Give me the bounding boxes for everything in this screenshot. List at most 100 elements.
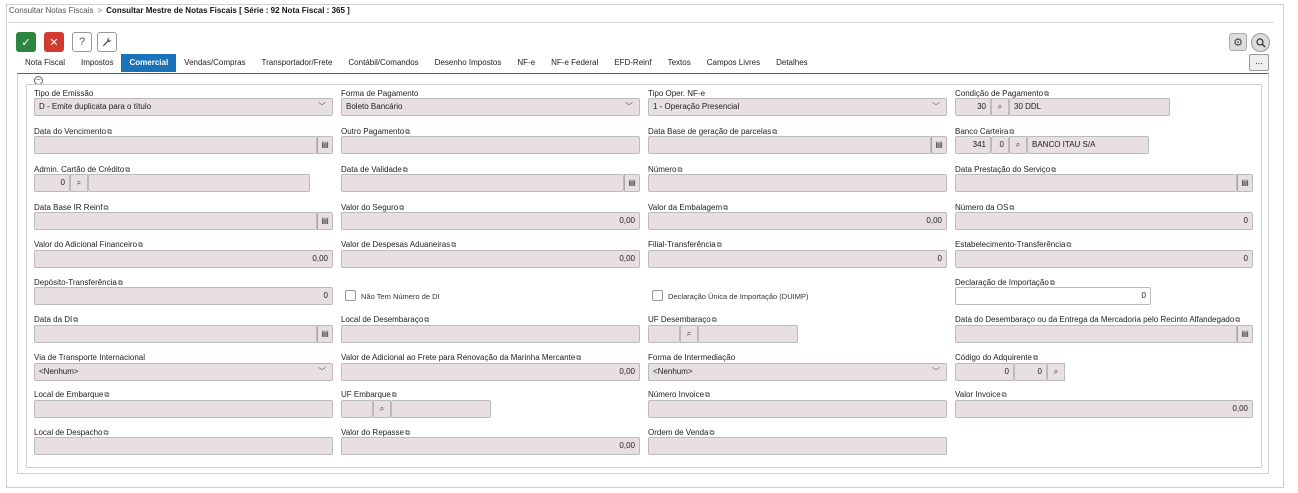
numero-os-input[interactable]: 0 — [955, 212, 1253, 230]
tab-contabil-comandos[interactable]: Contábil/Comandos — [340, 54, 426, 72]
data-validade-input[interactable] — [341, 174, 624, 192]
forma-pagamento-select[interactable]: Boleto Bancário ﹀ — [341, 98, 640, 116]
tab-vendas-compras[interactable]: Vendas/Compras — [176, 54, 253, 72]
forma-intermediacao-value: <Nenhum> — [653, 367, 693, 376]
uf-desembaraco-label: UF Desembaraço⧉ — [648, 315, 717, 324]
duimp-checkbox[interactable] — [652, 290, 663, 301]
search-icon — [1255, 37, 1265, 47]
search-button[interactable] — [1251, 33, 1270, 52]
valor-seguro-input[interactable]: 0,00 — [341, 212, 640, 230]
calendar-icon[interactable]: ▤ — [317, 136, 333, 154]
tools-button[interactable] — [97, 32, 117, 52]
condicao-pagamento-code[interactable]: 30 — [955, 98, 991, 116]
valor-despesas-adu-input[interactable]: 0,00 — [341, 250, 640, 268]
search-icon: ⌕ — [1015, 140, 1021, 149]
data-di-input[interactable] — [34, 325, 317, 343]
breadcrumb-separator: > — [97, 6, 103, 15]
tab-nfe[interactable]: NF-e — [509, 54, 543, 72]
copy-icon: ⧉ — [424, 317, 430, 324]
search-icon: ⌕ — [997, 102, 1003, 111]
breadcrumb: Consultar Notas Fiscais > Consultar Mestre… — [9, 6, 350, 15]
calendar-icon[interactable]: ▤ — [1237, 174, 1253, 192]
copy-icon: ⧉ — [451, 242, 457, 249]
condicao-pagamento-desc: 30 DDL — [1009, 98, 1170, 116]
uf-desembaraco-desc — [698, 325, 798, 343]
uf-desembaraco-code[interactable] — [648, 325, 680, 343]
valor-embalagem-input[interactable]: 0,00 — [648, 212, 947, 230]
numero-input[interactable] — [648, 174, 947, 192]
tab-campos-livres[interactable]: Campos Livres — [699, 54, 768, 72]
nao-tem-di-checkbox[interactable] — [345, 290, 356, 301]
copy-icon: ⧉ — [705, 392, 711, 399]
tab-transportador-frete[interactable]: Transportador/Frete — [254, 54, 341, 72]
local-embarque-input[interactable] — [34, 400, 333, 418]
data-prestacao-input[interactable] — [955, 174, 1237, 192]
chevron-down-icon: ﹀ — [318, 102, 326, 111]
tab-desenho-impostos[interactable]: Desenho Impostos — [427, 54, 510, 72]
tipo-oper-nfe-select[interactable]: 1 - Operação Presencial ﹀ — [648, 98, 947, 116]
tab-efd-reinf[interactable]: EFD-Reinf — [606, 54, 659, 72]
copy-icon: ⧉ — [1235, 317, 1241, 324]
admin-cartao-code[interactable]: 0 — [34, 174, 70, 192]
tab-nfe-federal[interactable]: NF-e Federal — [543, 54, 606, 72]
condicao-pagamento-search-button[interactable]: ⌕ — [991, 98, 1009, 116]
tab-nota-fiscal[interactable]: Nota Fiscal — [17, 54, 73, 72]
uf-desembaraco-search-button[interactable]: ⌕ — [680, 325, 698, 343]
data-desembaraco-input[interactable] — [955, 325, 1237, 343]
chevron-down-icon: ﹀ — [318, 367, 326, 376]
uf-embarque-search-button[interactable]: ⌕ — [373, 400, 391, 418]
valor-despesas-adu-label: Valor de Despesas Aduaneiras⧉ — [341, 240, 457, 249]
admin-cartao-search-button[interactable]: ⌕ — [70, 174, 88, 192]
outro-pagamento-input[interactable] — [341, 136, 640, 154]
estab-transf-input[interactable]: 0 — [955, 250, 1253, 268]
breadcrumb-parent-link[interactable]: Consultar Notas Fiscais — [9, 6, 93, 15]
more-options-button[interactable]: ... — [1249, 54, 1269, 71]
help-button[interactable]: ? — [72, 32, 92, 52]
deposito-transf-input[interactable]: 0 — [34, 287, 333, 305]
duimp-label: Declaração Única de Importação (DUIMP) — [668, 292, 809, 301]
valor-repasse-input[interactable]: 0,00 — [341, 437, 640, 455]
codigo-adquirente-search-button[interactable]: ⌕ — [1047, 363, 1065, 381]
cancel-button[interactable]: ✕ — [44, 32, 64, 52]
tipo-emissao-label: Tipo de Emissão — [34, 89, 94, 98]
data-vencimento-input[interactable] — [34, 136, 317, 154]
tab-impostos[interactable]: Impostos — [73, 54, 121, 72]
filial-transf-input[interactable]: 0 — [648, 250, 947, 268]
codigo-adquirente-code1[interactable]: 0 — [955, 363, 1014, 381]
via-transporte-select[interactable]: <Nenhum> ﹀ — [34, 363, 333, 381]
banco-code[interactable]: 341 — [955, 136, 991, 154]
calendar-icon[interactable]: ▤ — [624, 174, 640, 192]
numero-invoice-input[interactable] — [648, 400, 947, 418]
confirm-button[interactable]: ✓ — [16, 32, 36, 52]
data-base-parcelas-input[interactable] — [648, 136, 931, 154]
data-base-ir-input[interactable] — [34, 212, 317, 230]
estab-transf-label: Estabelecimento-Transferência⧉ — [955, 240, 1072, 249]
banco-carteira-search-button[interactable]: ⌕ — [1009, 136, 1027, 154]
calendar-icon[interactable]: ▤ — [931, 136, 947, 154]
tab-textos[interactable]: Textos — [660, 54, 699, 72]
tab-detalhes[interactable]: Detalhes — [768, 54, 816, 72]
calendar-icon[interactable]: ▤ — [317, 212, 333, 230]
calendar-icon[interactable]: ▤ — [317, 325, 333, 343]
ordem-venda-input[interactable] — [648, 437, 947, 455]
copy-icon: ⧉ — [125, 167, 131, 174]
valor-adicional-fin-input[interactable]: 0,00 — [34, 250, 333, 268]
forma-intermediacao-select[interactable]: <Nenhum> ﹀ — [648, 363, 947, 381]
carteira-code[interactable]: 0 — [991, 136, 1009, 154]
valor-invoice-input[interactable]: 0,00 — [955, 400, 1253, 418]
tipo-emissao-select[interactable]: D - Emite duplicata para o título ﹀ — [34, 98, 333, 116]
via-transporte-value: <Nenhum> — [39, 367, 79, 376]
codigo-adquirente-code2[interactable]: 0 — [1014, 363, 1047, 381]
settings-button[interactable]: ⚙ — [1229, 33, 1247, 51]
declaracao-importacao-input[interactable]: 0 — [955, 287, 1151, 305]
chevron-down-icon: ﹀ — [625, 102, 633, 111]
uf-embarque-code[interactable] — [341, 400, 373, 418]
valor-adicional-frete-input[interactable]: 0,00 — [341, 363, 640, 381]
forma-intermediacao-label: Forma de Intermediação — [648, 353, 736, 362]
tab-comercial[interactable]: Comercial — [121, 54, 177, 72]
local-desembaraco-input[interactable] — [341, 325, 640, 343]
uf-embarque-desc — [391, 400, 491, 418]
local-despacho-input[interactable] — [34, 437, 333, 455]
calendar-icon[interactable]: ▤ — [1237, 325, 1253, 343]
copy-icon: ⧉ — [772, 129, 778, 136]
